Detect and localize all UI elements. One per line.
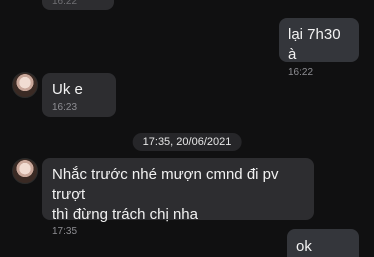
message-text: ok xyxy=(296,238,312,255)
contact-avatar[interactable] xyxy=(12,72,38,98)
message-time: 16:22 xyxy=(288,67,314,78)
message-bubble-incoming[interactable]: Uk e 16:23 xyxy=(42,73,116,117)
chat-thread[interactable]: 16:22 lại 7h30 à 16:22 Uk e 16:23 17:35,… xyxy=(0,0,374,257)
message-bubble-outgoing[interactable]: lại 7h30 à 16:22 xyxy=(279,18,359,78)
date-divider: 17:35, 20/06/2021 xyxy=(132,133,242,151)
message-text: Nhắc trước nhé mượn cmnd đi pv trượt thì… xyxy=(52,166,279,223)
message-bubble-outgoing[interactable]: ok xyxy=(287,229,359,257)
message-text: Uk e xyxy=(52,81,83,98)
message-bubble-incoming[interactable]: Nhắc trước nhé mượn cmnd đi pv trượt thì… xyxy=(42,158,314,237)
message-text: lại 7h30 à xyxy=(288,26,341,63)
contact-avatar[interactable] xyxy=(12,158,38,184)
message-time: 16:22 xyxy=(52,0,78,7)
message-time: 16:23 xyxy=(52,102,78,113)
message-bubble-incoming-partial[interactable]: 16:22 xyxy=(42,0,114,10)
message-time: 17:35 xyxy=(52,226,78,237)
